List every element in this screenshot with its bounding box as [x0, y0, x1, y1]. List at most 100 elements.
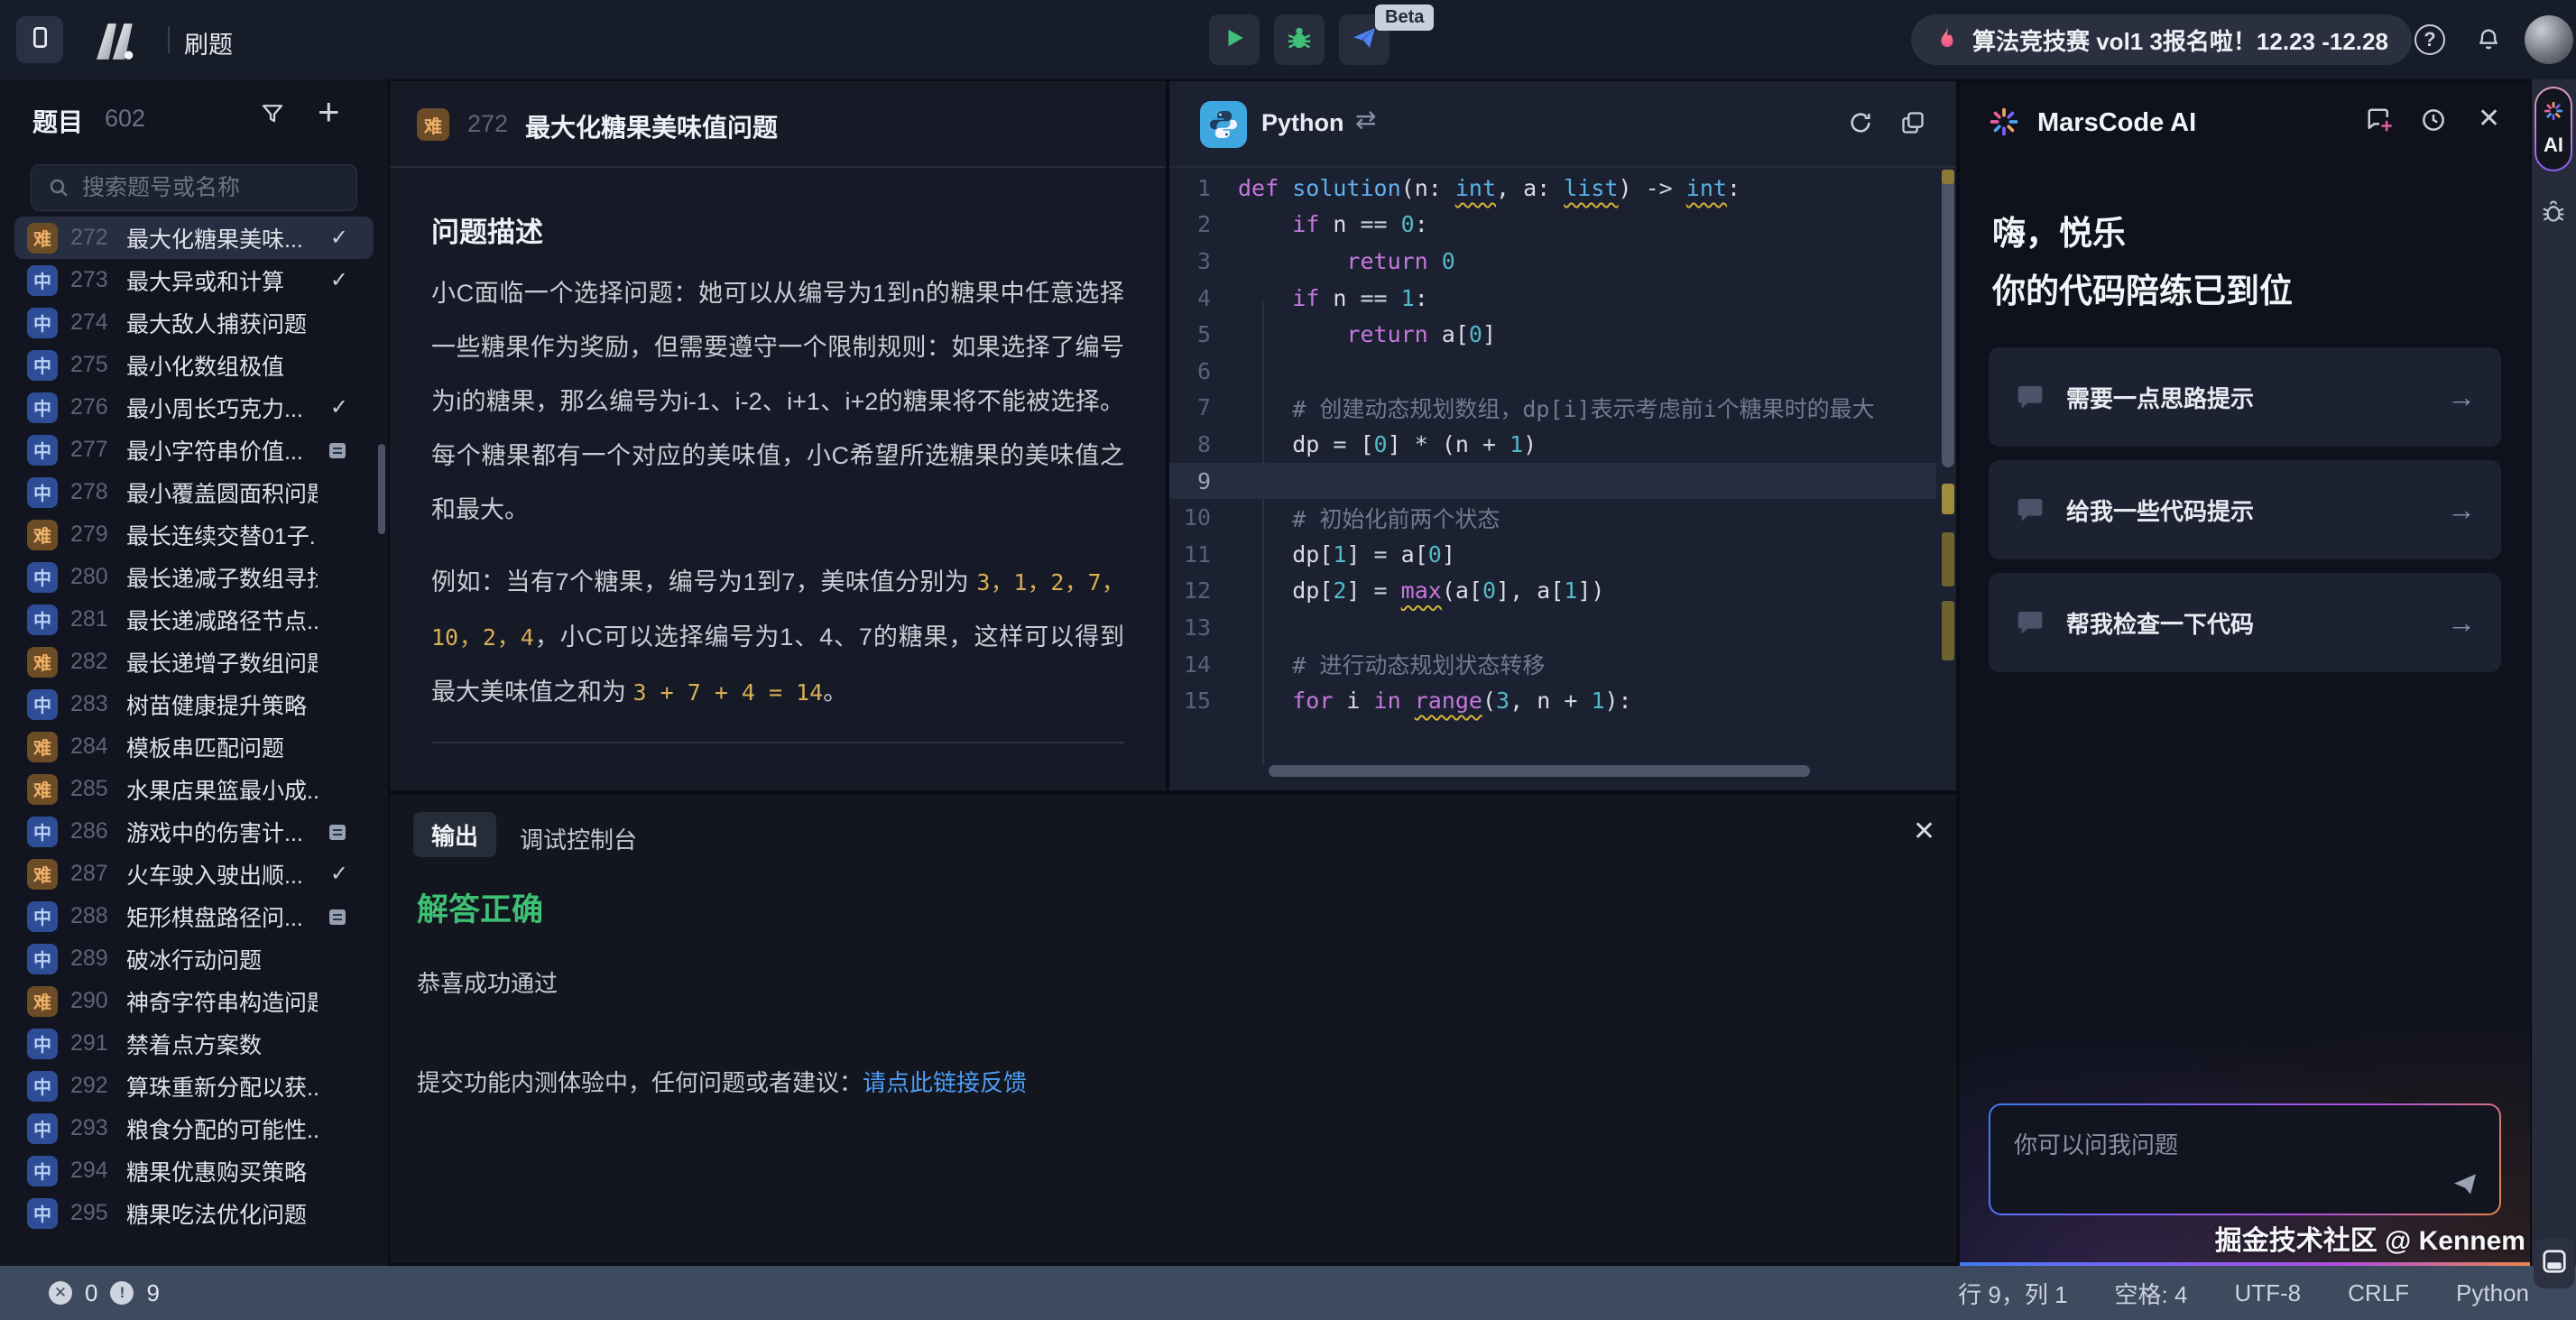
- status-item[interactable]: UTF-8: [2234, 1279, 2301, 1307]
- problem-list-item[interactable]: 中281最长递减路径节点...: [14, 598, 374, 641]
- ai-suggestion-card[interactable]: 需要一点思路提示→: [1989, 347, 2501, 447]
- problem-number: 283: [70, 691, 126, 717]
- feedback-link[interactable]: 请点此链接反馈: [863, 1069, 1027, 1096]
- add-problem-button[interactable]: +: [318, 90, 340, 134]
- sidebar-scrollbar[interactable]: [378, 444, 385, 534]
- problem-list-item[interactable]: 中277最小字符串价值...: [14, 429, 374, 471]
- code-line[interactable]: 10 # 初始化前两个状态: [1169, 499, 1936, 536]
- window-icon: [28, 25, 52, 54]
- problem-list-item[interactable]: 中292算珠重新分配以获...: [14, 1065, 374, 1107]
- status-item[interactable]: 空格: 4: [2115, 1277, 2188, 1310]
- problem-list-item[interactable]: 中286游戏中的伤害计...: [14, 810, 374, 853]
- chat-bubble-icon: [2016, 383, 2045, 411]
- code-line[interactable]: 12 dp[2] = max(a[0], a[1]): [1169, 573, 1936, 610]
- problem-list-item[interactable]: 中278最小覆盖圆面积问题: [14, 471, 374, 513]
- line-number: 6: [1169, 358, 1238, 384]
- problems-counter[interactable]: ✕ 0 ! 9: [49, 1266, 160, 1320]
- debug-button[interactable]: [1274, 14, 1325, 65]
- code-editor[interactable]: 1def solution(n: int, a: list) -> int:2 …: [1169, 170, 1936, 765]
- problem-list-item[interactable]: 中291禁着点方案数: [14, 1022, 374, 1065]
- format-code-button[interactable]: [1900, 110, 1925, 140]
- status-item[interactable]: Python: [2456, 1279, 2529, 1307]
- ai-greeting-line1: 嗨，悦乐: [1992, 206, 2126, 254]
- close-icon[interactable]: ✕: [2478, 103, 2500, 134]
- problem-list-item[interactable]: 难290神奇字符串构造问题: [14, 980, 374, 1022]
- code-line[interactable]: 9: [1169, 463, 1936, 500]
- status-item[interactable]: CRLF: [2348, 1279, 2409, 1307]
- search-input[interactable]: [82, 175, 373, 201]
- code-line[interactable]: 15 for i in range(3, n + 1):: [1169, 682, 1936, 719]
- warning-mark: [1942, 170, 1954, 184]
- tab-output[interactable]: 输出: [413, 812, 496, 857]
- language-switch-icon[interactable]: ⇄: [1355, 105, 1376, 134]
- problem-list-item[interactable]: 中283树苗健康提升策略: [14, 683, 374, 725]
- problem-list-item[interactable]: 中274最大敌人捕获问题: [14, 301, 374, 344]
- code-line[interactable]: 2 if n == 0:: [1169, 207, 1936, 244]
- problem-title: 算珠重新分配以获...: [126, 1070, 318, 1103]
- problem-list-item[interactable]: 中293粮食分配的可能性...: [14, 1107, 374, 1149]
- code-line[interactable]: 5 return a[0]: [1169, 316, 1936, 353]
- code-line[interactable]: 1def solution(n: int, a: list) -> int:: [1169, 170, 1936, 207]
- problem-list-item[interactable]: 中295糖果吃法优化问题: [14, 1192, 374, 1234]
- problem-list-item[interactable]: 中294糖果优惠购买策略: [14, 1149, 374, 1192]
- line-number: 7: [1169, 394, 1238, 420]
- code-line[interactable]: 7 # 创建动态规划数组，dp[i]表示考虑前i个糖果时的最大: [1169, 390, 1936, 427]
- problem-list-item[interactable]: 难282最长递增子数组问题: [14, 641, 374, 683]
- code-line[interactable]: 6: [1169, 353, 1936, 390]
- ai-panel-toggle[interactable]: AI: [2534, 87, 2572, 171]
- ai-suggestion-card[interactable]: 给我一些代码提示→: [1989, 460, 2501, 559]
- problem-list-item[interactable]: 难272最大化糖果美味...✓: [14, 217, 374, 259]
- new-chat-button[interactable]: [2366, 106, 2393, 138]
- problem-list-item[interactable]: 中275最小化数组极值: [14, 344, 374, 386]
- ai-chat-input[interactable]: [1990, 1105, 2499, 1214]
- avatar[interactable]: [2525, 15, 2573, 64]
- code-token: # 初始化前两个状态: [1292, 506, 1500, 532]
- problem-list-item[interactable]: 难285水果店果篮最小成...: [14, 768, 374, 810]
- code-token: ==: [1360, 285, 1387, 311]
- problem-list-item[interactable]: 中276最小周长巧克力...✓: [14, 386, 374, 429]
- reset-code-button[interactable]: [1848, 110, 1873, 140]
- code-line[interactable]: 14 # 进行动态规划状态转移: [1169, 646, 1936, 683]
- problem-list-item[interactable]: 中273最大异或和计算✓: [14, 259, 374, 301]
- problem-title: 树苗健康提升策略: [126, 688, 307, 721]
- code-token: *: [1415, 431, 1428, 457]
- close-icon[interactable]: ✕: [1913, 816, 1935, 847]
- tab-debug-console[interactable]: 调试控制台: [520, 822, 637, 855]
- difficulty-badge: 中: [27, 605, 58, 635]
- code-line[interactable]: 3 return 0: [1169, 243, 1936, 280]
- code-line[interactable]: 11 dp[1] = a[0]: [1169, 536, 1936, 573]
- note-icon: [327, 906, 348, 928]
- contest-banner[interactable]: 算法竞技赛 vol1 3报名啦！12.23 -12.28: [1911, 14, 2412, 65]
- sidebar-toggle-button[interactable]: [16, 16, 63, 63]
- problem-list-item[interactable]: 中288矩形棋盘路径问...: [14, 895, 374, 937]
- bottom-panel-toggle[interactable]: [2534, 1238, 2575, 1288]
- scrollbar-thumb[interactable]: [1942, 170, 1954, 467]
- editor-horizontal-scrollbar[interactable]: [1269, 765, 1810, 777]
- problem-number: 284: [70, 734, 126, 760]
- problem-list-item[interactable]: 中280最长递减子数组寻找: [14, 556, 374, 598]
- problem-number: 280: [70, 564, 126, 590]
- send-icon[interactable]: [2451, 1170, 2479, 1199]
- contest-rail-icon[interactable]: [2541, 198, 2566, 228]
- status-item[interactable]: 行 9，列 1: [1958, 1277, 2067, 1310]
- code-token: int: [1455, 175, 1496, 201]
- editor-vertical-scrollbar[interactable]: [1942, 170, 1954, 765]
- code-token: [1238, 321, 1346, 347]
- code-lines: 1def solution(n: int, a: list) -> int:2 …: [1169, 170, 1936, 719]
- history-button[interactable]: [2420, 106, 2447, 138]
- problem-list-item[interactable]: 难284模板串匹配问题: [14, 725, 374, 768]
- filter-button[interactable]: [260, 101, 285, 131]
- problem-list-item[interactable]: 难279最长连续交替01子...: [14, 513, 374, 556]
- ai-suggestion-card[interactable]: 帮我检查一下代码→: [1989, 573, 2501, 672]
- code-line[interactable]: 8 dp = [0] * (n + 1): [1169, 426, 1936, 463]
- code-line[interactable]: 4 if n == 1:: [1169, 280, 1936, 317]
- notifications-button[interactable]: [2476, 25, 2501, 57]
- problem-list-item[interactable]: 难287火车驶入驶出顺...✓: [14, 853, 374, 895]
- marscode-logo-icon[interactable]: [90, 20, 143, 66]
- search-icon: [48, 177, 69, 198]
- help-button[interactable]: ?: [2414, 24, 2445, 55]
- line-number: 5: [1169, 321, 1238, 347]
- problem-list-item[interactable]: 中289破冰行动问题: [14, 937, 374, 980]
- run-button[interactable]: [1209, 14, 1260, 65]
- code-line[interactable]: 13: [1169, 609, 1936, 646]
